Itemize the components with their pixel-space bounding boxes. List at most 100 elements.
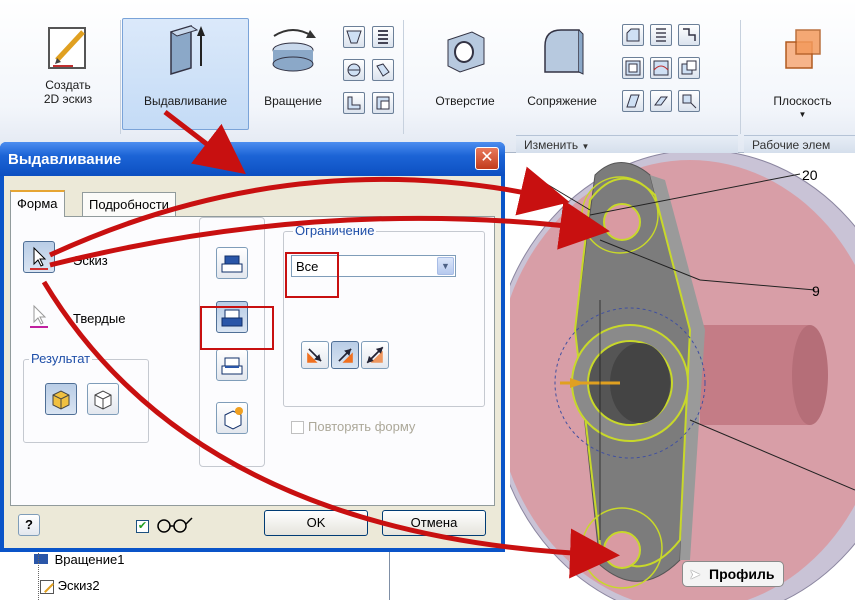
draft-icon[interactable]: [622, 90, 644, 112]
plane-icon: [784, 29, 821, 69]
model-viewport[interactable]: 20 9: [510, 153, 855, 600]
cancel-label: Отмена: [410, 515, 458, 530]
sketch-feature-icon: [40, 579, 54, 594]
fillet-label: Сопряжение: [527, 94, 597, 108]
revolve-button[interactable]: Вращение: [250, 22, 336, 108]
plane-button[interactable]: Плоскость ▼: [750, 22, 855, 122]
extrude-button[interactable]: Выдавливание: [122, 22, 249, 108]
new-surface-icon: [94, 390, 112, 410]
chamfer-icon[interactable]: [622, 24, 644, 46]
tab-shape-label: Форма: [17, 196, 58, 211]
direction-2-icon: [338, 348, 353, 363]
emboss-icon[interactable]: [343, 92, 365, 114]
cut-button[interactable]: [216, 301, 248, 333]
thicken-icon[interactable]: [650, 90, 672, 112]
dialog-titlebar[interactable]: Выдавливание: [0, 142, 505, 176]
close-icon[interactable]: ✕: [475, 147, 499, 170]
join-icon: [221, 255, 243, 273]
combine-icon[interactable]: [678, 57, 700, 79]
move-face-icon[interactable]: [678, 90, 700, 112]
browser-item-revolve-label: Вращение1: [54, 552, 125, 566]
create-sketch-label: Создать 2D эскиз: [43, 78, 93, 106]
shell-icon[interactable]: [622, 57, 644, 79]
result-frame: [23, 359, 149, 443]
dimension-20[interactable]: 20: [802, 167, 818, 183]
profile-tooltip-label: Профиль: [709, 566, 775, 582]
coil-icon[interactable]: [372, 26, 394, 48]
tab-more-label: Подробности: [89, 197, 169, 212]
ok-label: OK: [306, 515, 326, 530]
chevron-down-icon[interactable]: ▼: [437, 257, 454, 275]
revolve-feature-icon: [34, 554, 48, 564]
new-solid-button[interactable]: [45, 383, 77, 415]
ok-button[interactable]: OK: [264, 510, 368, 536]
group-work-bar: Рабочие элем: [744, 135, 855, 153]
extrude-dialog: Выдавливание ✕ Форма Подробности Эскиз Т…: [0, 142, 505, 552]
preview-checkbox[interactable]: ✔: [136, 520, 149, 533]
dialog-title: Выдавливание: [8, 151, 122, 168]
model-browser: Вращение1 Эскиз2: [0, 548, 390, 600]
loft-icon[interactable]: [343, 26, 365, 48]
new-body-button[interactable]: [216, 402, 248, 434]
help-button[interactable]: ?: [18, 514, 40, 536]
glasses-icon: [154, 514, 194, 539]
direction-1-button[interactable]: [301, 341, 329, 369]
join-button[interactable]: [216, 247, 248, 279]
plane-dropdown-arrow[interactable]: ▼: [799, 108, 807, 122]
sketch-pencil-icon: [48, 27, 86, 69]
new-body-icon: [224, 407, 243, 430]
revolve-label: Вращение: [264, 94, 322, 108]
symmetric-button[interactable]: [361, 341, 389, 369]
face-draft-icon[interactable]: [650, 57, 672, 79]
fillet-icon: [544, 29, 584, 75]
group-modify-label: Изменить: [524, 138, 579, 152]
tab-more[interactable]: Подробности: [82, 192, 176, 216]
direction-1-icon: [307, 348, 322, 363]
cancel-button[interactable]: Отмена: [382, 510, 486, 536]
intersect-button[interactable]: [216, 349, 248, 381]
repeat-shape-checkbox[interactable]: [291, 421, 304, 434]
solids-select-button[interactable]: [23, 299, 55, 331]
create-sketch-button[interactable]: Создать 2D эскиз: [20, 22, 116, 106]
extents-legend: Ограничение: [293, 223, 377, 238]
split-icon[interactable]: [678, 24, 700, 46]
ribbon-separator: [740, 20, 741, 134]
new-solid-icon: [52, 390, 70, 410]
hole-icon: [447, 31, 485, 73]
cut-icon: [221, 309, 243, 327]
new-surface-button[interactable]: [87, 383, 119, 415]
cursor-disabled-icon: [30, 304, 48, 328]
cursor-arrow-icon: ➤: [689, 566, 701, 582]
extents-dropdown[interactable]: Все ▼: [291, 255, 456, 277]
fillet-button[interactable]: Сопряжение: [512, 22, 612, 108]
solids-label: Твердые: [73, 311, 126, 326]
profile-tooltip: ➤ Профиль: [682, 561, 784, 587]
direction-2-button[interactable]: [331, 341, 359, 369]
sweep-icon[interactable]: [343, 59, 365, 81]
intersect-icon: [221, 357, 243, 375]
ribbon-separator: [403, 20, 404, 134]
hole-button[interactable]: Отверстие: [424, 22, 506, 108]
rib-icon[interactable]: [372, 59, 394, 81]
ribbon: Создать 2D эскиз Выдавливание Вращение О…: [0, 0, 855, 153]
result-legend: Результат: [29, 351, 93, 366]
extrude-label: Выдавливание: [143, 94, 228, 108]
plane-label: Плоскость: [773, 94, 832, 108]
hole-label: Отверстие: [435, 94, 495, 108]
extents-dropdown-value: Все: [296, 259, 319, 274]
sketch-label: Эскиз: [73, 253, 108, 268]
help-icon: ?: [25, 517, 33, 532]
dimension-9[interactable]: 9: [812, 283, 820, 299]
decal-icon[interactable]: [372, 92, 394, 114]
profile-select-button[interactable]: [23, 241, 55, 273]
tab-shape[interactable]: Форма: [10, 190, 65, 217]
group-modify-bar[interactable]: Изменить ▼: [516, 135, 738, 153]
repeat-shape-label: Повторять форму: [308, 419, 416, 434]
browser-item-sketch2[interactable]: Эскиз2: [40, 578, 100, 594]
thread-icon[interactable]: [650, 24, 672, 46]
browser-item-sketch2-label: Эскиз2: [57, 578, 100, 593]
browser-item-revolve[interactable]: Вращение1: [34, 552, 124, 566]
browser-tree-line: [38, 548, 39, 600]
extrude-icon: [169, 24, 205, 76]
symmetric-icon: [366, 346, 384, 364]
